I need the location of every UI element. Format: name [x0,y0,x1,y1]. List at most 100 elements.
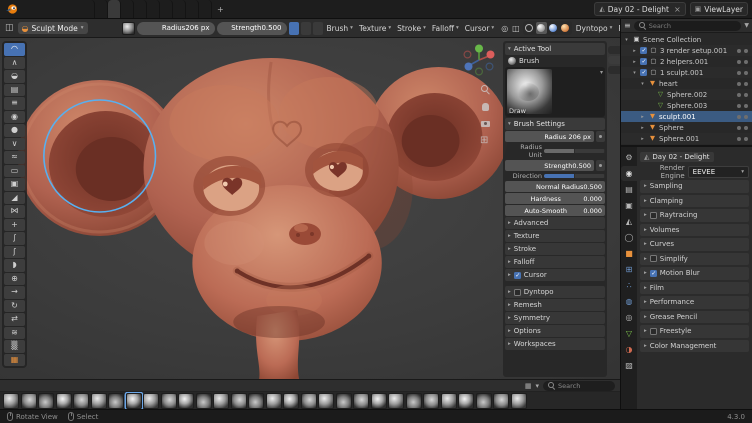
hardness-slider[interactable]: Hardness 0.000 [505,193,605,204]
panel-color-management[interactable]: ▸ Color Management [640,340,749,353]
editor-type-button[interactable]: ◫ [3,23,16,33]
tool-flatten[interactable]: ▭ [4,165,25,178]
outliner-row-sculpt-object[interactable]: ▸ sculpt.001 [621,111,752,122]
collection-checkbox[interactable] [640,69,647,76]
properties-tab-view-layer[interactable]: ▣ [621,198,637,213]
visibility-icons[interactable] [737,104,748,108]
brush-asset[interactable] [143,393,159,409]
panel-checkbox[interactable] [650,270,657,277]
symmetry-z-button[interactable] [313,22,323,35]
tool-snake-hook[interactable]: ʃ [4,246,25,259]
camera-view-icon[interactable] [480,118,491,129]
visibility-icons[interactable] [737,93,748,97]
panel-simplify[interactable]: ▸ Simplify [640,253,749,266]
panel-film[interactable]: ▸ Film [640,282,749,295]
panel-volumes[interactable]: ▸ Volumes [640,224,749,237]
brush-asset[interactable] [301,393,317,409]
outliner-row-helpers[interactable]: ▸ 2 helpers.001 [621,56,752,67]
visibility-icons[interactable] [737,115,748,119]
collection-checkbox[interactable] [640,58,647,65]
brush-asset[interactable] [353,393,369,409]
menu-edit[interactable] [32,7,42,11]
active-brush-icon[interactable] [122,22,135,35]
menu-view[interactable] [90,27,96,30]
panel-performance[interactable]: ▸ Performance [640,296,749,309]
overlays-toggle-icon[interactable]: ◎ [500,24,509,33]
sidebar-tab-tool[interactable] [608,56,620,64]
cursor-dropdown[interactable]: Cursor▾ [463,22,496,34]
radius-slider[interactable]: Radius 206 px [137,22,215,35]
scene-selector[interactable]: ◭ Day 02 - Delight × [594,2,685,16]
tool-nudge[interactable]: → [4,286,25,299]
brush-asset[interactable] [196,393,212,409]
symmetry-x-button[interactable] [289,22,299,35]
brush-asset[interactable] [318,393,334,409]
menu-help[interactable] [65,7,75,11]
expand-icon[interactable]: ▸ [639,125,646,131]
sidebar-tab-item[interactable] [608,46,620,54]
tool-slide-relax[interactable]: ⇄ [4,313,25,326]
workspace-tab-compositing[interactable] [186,0,199,18]
brush-row[interactable]: Brush [505,56,605,66]
workspace-tab-scripting[interactable] [199,0,212,18]
visibility-icons[interactable] [737,49,748,53]
tool-draw-sharp[interactable]: ∧ [4,57,25,70]
panel-options[interactable]: ▸ Options [505,325,605,337]
brush-asset[interactable] [406,393,422,409]
expand-icon[interactable]: ▸ [631,59,638,65]
visibility-icons[interactable] [737,82,748,86]
tool-pose[interactable]: ⊕ [4,273,25,286]
pressure-toggle-icon[interactable] [596,131,605,142]
tool-smooth[interactable]: ≈ [4,151,25,164]
stroke-dropdown[interactable]: Stroke▾ [395,22,428,34]
brush-asset[interactable] [371,393,387,409]
panel-checkbox[interactable] [514,272,521,279]
brush-dropdown[interactable]: Brush▾ [325,22,355,34]
pan-hand-icon[interactable] [480,101,491,112]
tool-pinch[interactable]: ⋈ [4,205,25,218]
chevron-down-icon[interactable]: ▾ [535,382,539,390]
radius-slider[interactable]: Radius 206 px [505,131,594,142]
properties-tab-tool[interactable]: ⚙ [621,150,637,165]
panel-texture[interactable]: ▸ Texture [505,230,605,242]
brush-asset[interactable] [213,393,229,409]
panel-checkbox[interactable] [514,289,521,296]
expand-icon[interactable]: ▸ [639,136,646,142]
brush-asset[interactable] [511,393,527,409]
brush-asset[interactable] [458,393,474,409]
brush-asset[interactable] [56,393,72,409]
panel-remesh[interactable]: ▸ Remesh [505,299,605,311]
brush-asset[interactable] [73,393,89,409]
viewport-canvas[interactable]: ◠ ∧ ◒ ▤ ≡ ◉ ● [0,38,620,379]
brush-asset[interactable] [231,393,247,409]
brush-asset[interactable] [493,393,509,409]
symmetry-y-button[interactable] [301,22,311,35]
texture-dropdown[interactable]: Texture▾ [357,22,393,34]
menu-face-sets[interactable] [114,27,120,30]
outliner-row-sphere-003[interactable]: Sphere.003 [621,100,752,111]
render-engine-select[interactable]: EEVEE ▾ [688,166,749,178]
strength-slider[interactable]: Strength 0.500 [505,160,594,171]
brush-asset[interactable] [336,393,352,409]
wireframe-shading-button[interactable] [524,22,535,34]
panel-falloff[interactable]: ▸ Falloff [505,256,605,268]
display-size-icon[interactable]: ▦ [525,382,532,390]
breadcrumb-scene[interactable]: ◭ Day 02 - Delight [640,152,714,162]
outliner-row-scene-collection[interactable]: ▾ Scene Collection [621,34,752,45]
shelf-search-input[interactable]: Search [543,381,615,391]
workspace-tab-general[interactable] [82,0,95,18]
tool-clay-strips[interactable]: ▤ [4,84,25,97]
tool-rotate[interactable]: ↻ [4,300,25,313]
tool-grab[interactable]: + [4,219,25,232]
radius-unit-scene-button[interactable] [575,149,606,153]
outliner-row-render-setup[interactable]: ▸ 3 render setup.001 [621,45,752,56]
panel-curves[interactable]: ▸ Curves [640,238,749,251]
panel-checkbox[interactable] [650,328,657,335]
panel-raytracing[interactable]: ▸ Raytracing [640,209,749,222]
visibility-icons[interactable] [737,126,748,130]
panel-cursor[interactable]: ▸ Cursor [505,269,605,281]
expand-icon[interactable]: ▸ [631,48,638,54]
properties-tab-data[interactable]: ▽ [621,326,637,341]
outliner-row-sphere-001[interactable]: ▸ Sphere.001 [621,133,752,144]
xray-toggle-icon[interactable]: ◫ [511,24,521,33]
